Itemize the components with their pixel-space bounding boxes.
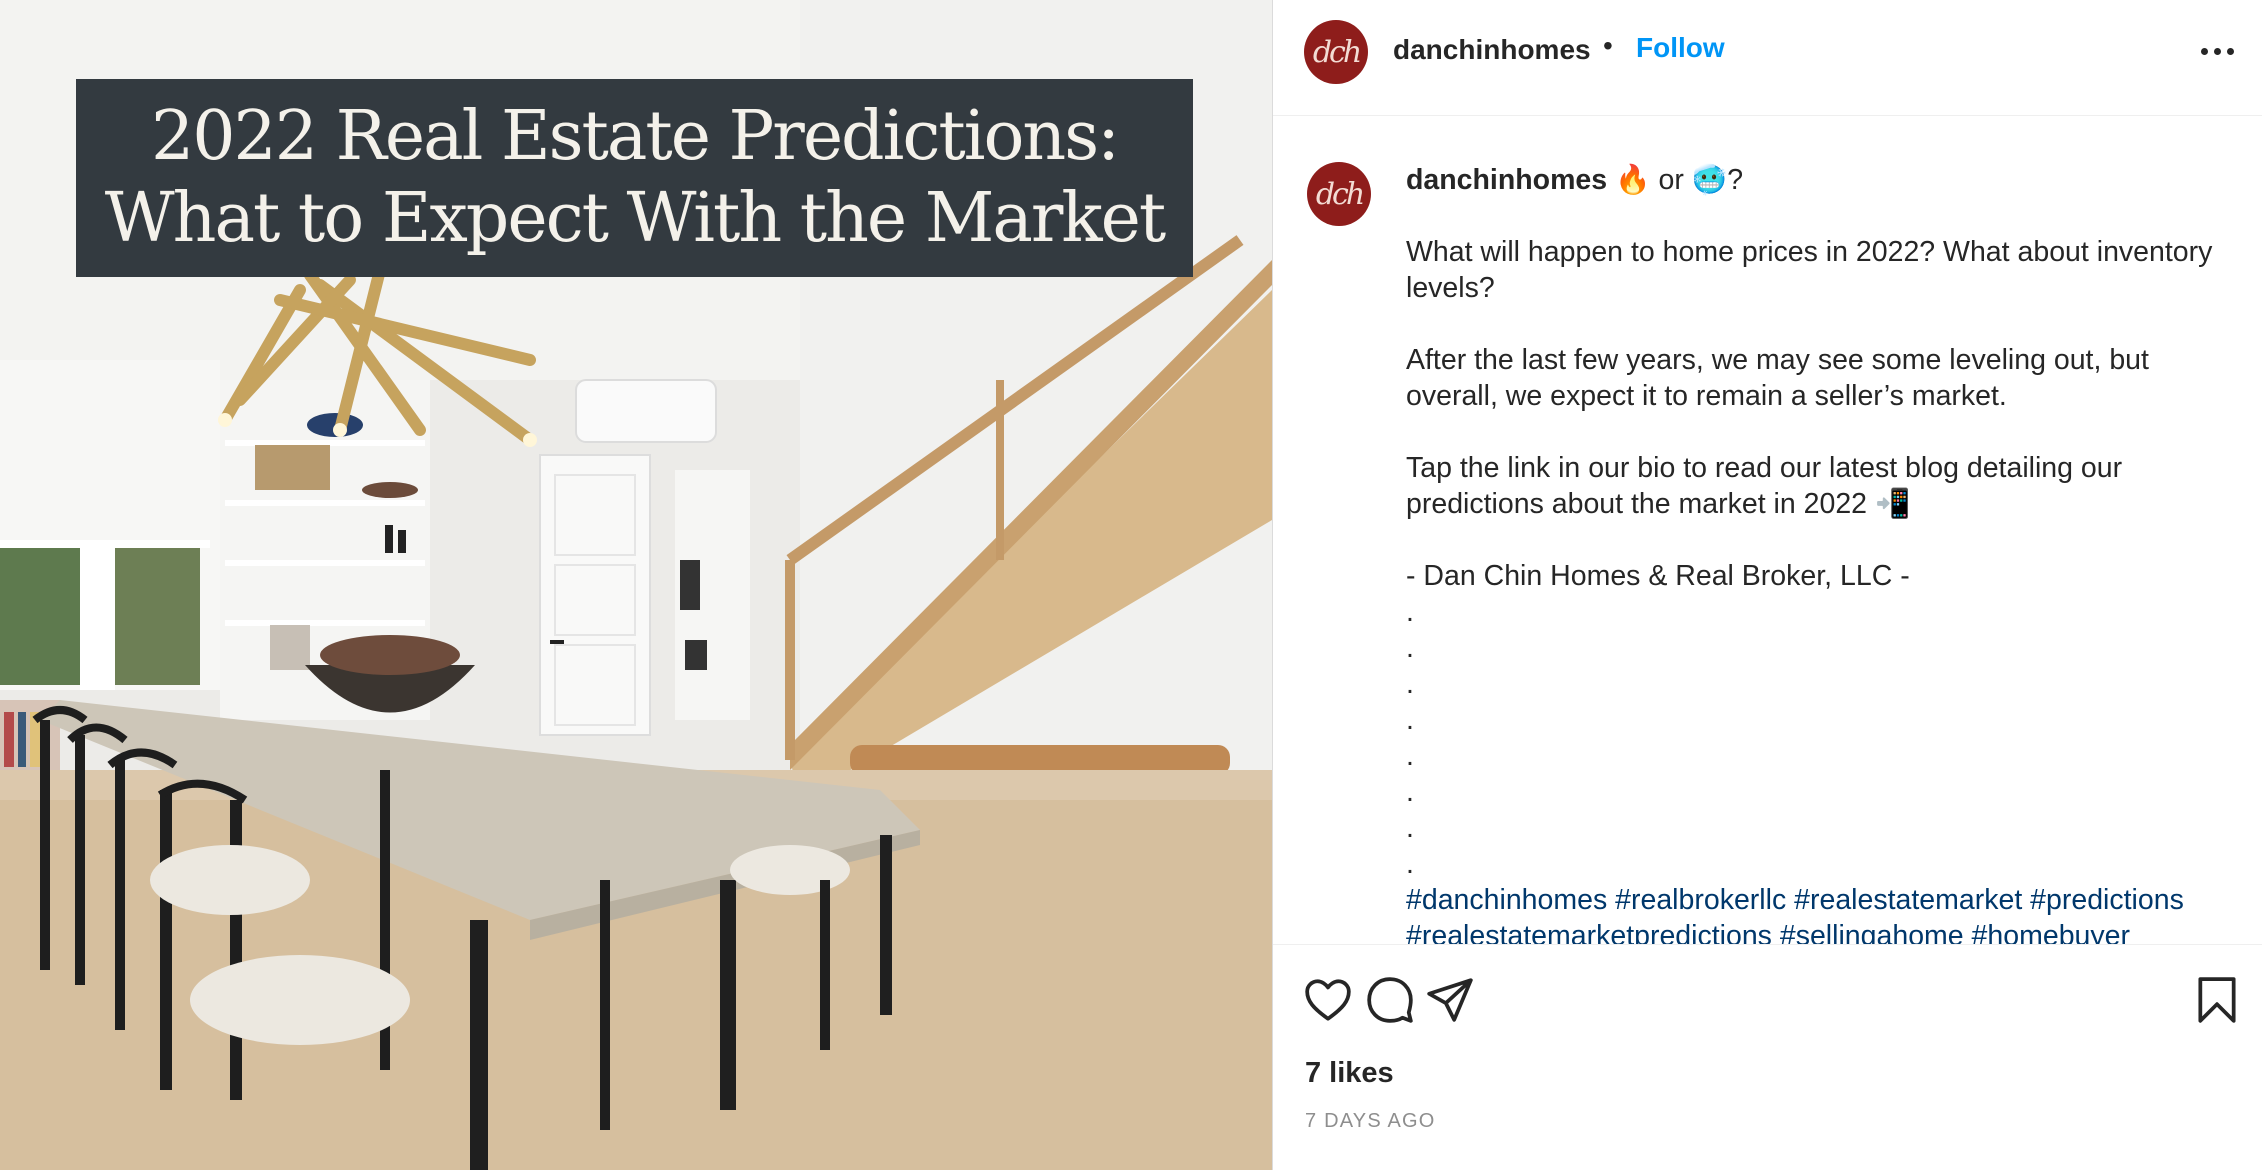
- caption-paragraph-2: After the last few years, we may see som…: [1406, 344, 2149, 412]
- post-header: dch danchinhomes • Follow: [1273, 0, 2262, 116]
- post-title-line-2: What to Expect With the Market: [104, 179, 1166, 258]
- comment-icon[interactable]: [1365, 975, 1415, 1025]
- avatar[interactable]: dch: [1304, 20, 1368, 84]
- cold-face-emoji-icon: 🥶: [1691, 164, 1728, 196]
- avatar-logo-text: dch: [1315, 176, 1365, 212]
- action-bar: 7 likes 7 DAYS AGO: [1273, 944, 2262, 1171]
- paper-plane-icon[interactable]: [1425, 975, 1475, 1025]
- avatar-logo-text: dch: [1312, 34, 1362, 70]
- caption-dot: .: [1406, 812, 1414, 844]
- caption-dot: .: [1406, 704, 1414, 736]
- caption-paragraph-3: Tap the link in our bio to read our late…: [1406, 452, 2123, 520]
- hashtags-line-2[interactable]: #realestatemarketpredictions #sellingaho…: [1406, 918, 2236, 944]
- post-title-banner: 2022 Real Estate Predictions: What to Ex…: [76, 79, 1193, 277]
- hashtags-line-1[interactable]: #danchinhomes #realbrokerllc #realestate…: [1406, 882, 2236, 918]
- caption-text: danchinhomes 🔥 or 🥶? What will happen to…: [1406, 162, 2236, 944]
- caption-section[interactable]: dch danchinhomes 🔥 or 🥶? What will happe…: [1273, 116, 2262, 944]
- post-timestamp[interactable]: 7 DAYS AGO: [1305, 1110, 1436, 1133]
- caption-dot: .: [1406, 596, 1414, 628]
- header-username[interactable]: danchinhomes: [1393, 34, 1591, 66]
- caption-username[interactable]: danchinhomes: [1406, 164, 1607, 196]
- heart-icon[interactable]: [1303, 975, 1353, 1025]
- caption-dot: .: [1406, 632, 1414, 664]
- caption-dot: .: [1406, 776, 1414, 808]
- caption-dot: .: [1406, 740, 1414, 772]
- caption-signature: - Dan Chin Homes & Real Broker, LLC -: [1406, 560, 1910, 592]
- caption-paragraph-1: What will happen to home prices in 2022?…: [1406, 236, 2213, 304]
- instagram-post: 2022 Real Estate Predictions: What to Ex…: [0, 0, 2262, 1170]
- post-sidebar: dch danchinhomes • Follow dch danchinhom…: [1272, 0, 2262, 1170]
- fire-emoji-icon: 🔥: [1615, 164, 1651, 196]
- caption-avatar[interactable]: dch: [1307, 162, 1371, 226]
- caption-dot: .: [1406, 848, 1414, 880]
- post-image[interactable]: 2022 Real Estate Predictions: What to Ex…: [0, 0, 1272, 1170]
- post-title-line-1: 2022 Real Estate Predictions:: [150, 97, 1120, 176]
- likes-count[interactable]: 7 likes: [1305, 1057, 1394, 1090]
- follow-button[interactable]: Follow: [1636, 32, 1725, 64]
- header-separator: •: [1603, 30, 1613, 61]
- caption-intro-end: ?: [1727, 164, 1744, 196]
- caption-dot: .: [1406, 668, 1414, 700]
- bookmark-icon[interactable]: [2192, 975, 2242, 1025]
- caption-intro: or: [1650, 164, 1692, 196]
- more-options-icon[interactable]: [2201, 48, 2234, 55]
